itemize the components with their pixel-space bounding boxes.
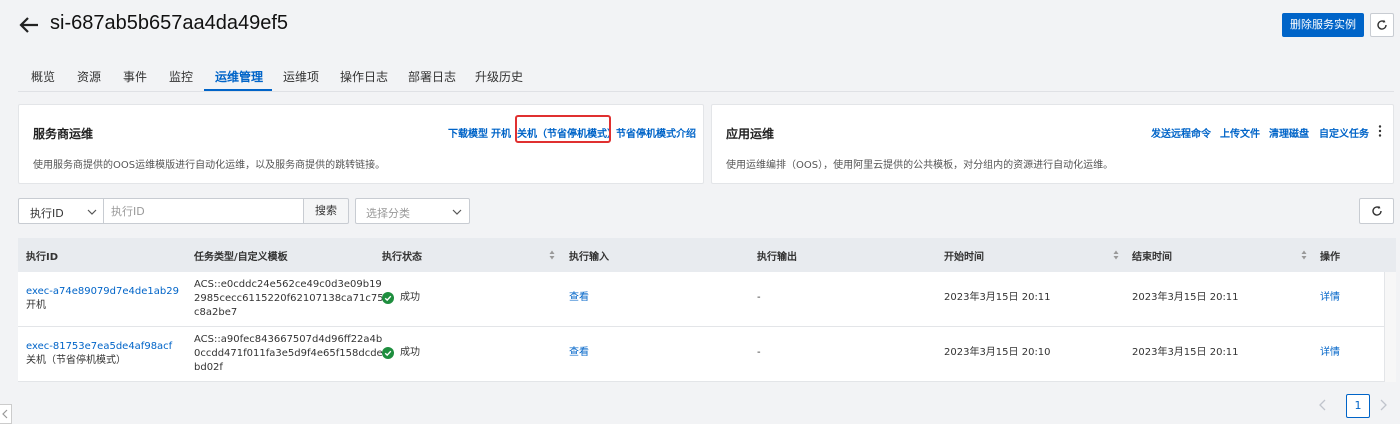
end-time: 2023年3月15日 20:11 — [1132, 347, 1239, 358]
send-remote-command-link[interactable]: 发送远程命令 — [1151, 125, 1211, 140]
chevron-down-icon — [87, 209, 97, 215]
filter-field-select[interactable]: 执行ID — [18, 198, 104, 224]
page-header: si-687ab5b657aa4da49ef5 删除服务实例 — [0, 0, 1400, 52]
template-name-line: 0ccdd471f011fa3e5d9f4e65f158dcde — [194, 348, 383, 359]
search-button[interactable]: 搜索 — [303, 198, 349, 224]
success-check-icon — [382, 292, 394, 304]
execution-id-link[interactable]: exec-81753e7ea5de4af98acf — [26, 340, 172, 354]
execution-id-search-input[interactable] — [103, 198, 304, 224]
template-name-line: bd02f — [194, 362, 223, 373]
power-on-link[interactable]: 开机 — [491, 125, 511, 140]
task-name: 关机（节省停机模式） — [26, 355, 126, 366]
column-header-input: 执行输入 — [569, 252, 609, 263]
app-ops-description: 使用运维编排（OOS），使用阿里云提供的公共模板，对分组内的资源进行自动化运维。 — [726, 160, 1114, 171]
active-tab-indicator — [204, 89, 272, 91]
executions-table: 执行ID 任务类型/自定义模板 执行状态 执行输入 执行输出 开始时间 结束时间… — [18, 238, 1396, 382]
column-header-task-type: 任务类型/自定义模板 — [194, 252, 288, 263]
task-name: 开机 — [26, 300, 46, 311]
table-vertical-scrollbar[interactable] — [1384, 272, 1396, 382]
tab-operation-log[interactable]: 操作日志 — [340, 68, 388, 85]
start-time: 2023年3月15日 20:10 — [944, 347, 1051, 358]
header-refresh-button[interactable] — [1370, 13, 1394, 37]
provider-ops-card: 服务商运维 使用服务商提供的OOS运维模版进行自动化运维，以及服务商提供的跳转链… — [18, 104, 704, 184]
table-header: 执行ID 任务类型/自定义模板 执行状态 执行输入 执行输出 开始时间 结束时间… — [18, 238, 1396, 272]
highlight-annotation-box — [515, 115, 611, 143]
sort-icon[interactable] — [1113, 250, 1119, 260]
details-link[interactable]: 详情 — [1320, 346, 1340, 360]
chevron-right-icon[interactable] — [1376, 397, 1390, 413]
template-name-line: ACS::e0cddc24e562ce49c0d3e09b19 — [194, 279, 382, 290]
table-row: exec-81753e7ea5de4af98acf 关机（节省停机模式） ACS… — [18, 327, 1384, 382]
end-time: 2023年3月15日 20:11 — [1132, 292, 1239, 303]
refresh-icon — [1371, 205, 1382, 216]
template-name-line: c8a2be7 — [194, 307, 238, 318]
column-header-status: 执行状态 — [382, 252, 422, 263]
table-refresh-button[interactable] — [1359, 198, 1394, 224]
back-arrow-icon[interactable] — [18, 14, 40, 36]
output-value: - — [757, 347, 761, 358]
refresh-icon — [1377, 19, 1387, 30]
status-text: 成功 — [400, 292, 420, 303]
tab-resources[interactable]: 资源 — [77, 68, 101, 85]
provider-ops-title: 服务商运维 — [33, 127, 94, 141]
side-panel-toggle[interactable] — [0, 404, 12, 424]
tab-upgrade-history[interactable]: 升级历史 — [475, 68, 523, 85]
app-ops-title: 应用运维 — [726, 127, 775, 141]
view-input-link[interactable]: 查看 — [569, 291, 589, 305]
provider-ops-description: 使用服务商提供的OOS运维模版进行自动化运维，以及服务商提供的跳转链接。 — [33, 160, 386, 171]
sort-icon[interactable] — [1301, 250, 1307, 260]
tab-monitoring[interactable]: 监控 — [169, 68, 193, 85]
status-text: 成功 — [400, 347, 420, 358]
execution-id-link[interactable]: exec-a74e89079d7e4de1ab29 — [26, 285, 179, 299]
column-header-execution-id: 执行ID — [26, 252, 59, 263]
app-ops-card: 应用运维 使用运维编排（OOS），使用阿里云提供的公共模板，对分组内的资源进行自… — [711, 104, 1394, 184]
delete-service-instance-button[interactable]: 删除服务实例 — [1282, 13, 1364, 37]
saving-mode-intro-link[interactable]: 节省停机模式介绍 — [616, 125, 696, 140]
category-placeholder: 选择分类 — [366, 207, 410, 220]
details-link[interactable]: 详情 — [1320, 291, 1340, 305]
chevron-left-icon — [2, 409, 8, 419]
template-name-line: 2985cecc6115220f62107138ca71c75 — [194, 293, 384, 304]
tab-operations-management[interactable]: 运维管理 — [215, 68, 263, 85]
category-select[interactable]: 选择分类 — [355, 198, 470, 224]
page-title: si-687ab5b657aa4da49ef5 — [50, 12, 288, 34]
tab-deploy-log[interactable]: 部署日志 — [408, 68, 456, 85]
column-header-end-time: 结束时间 — [1132, 252, 1172, 263]
output-value: - — [757, 292, 761, 303]
success-check-icon — [382, 347, 394, 359]
custom-task-link[interactable]: 自定义任务 — [1319, 125, 1369, 140]
sort-icon[interactable] — [549, 250, 555, 260]
tab-operation-items[interactable]: 运维项 — [283, 68, 319, 85]
view-input-link[interactable]: 查看 — [569, 346, 589, 360]
start-time: 2023年3月15日 20:11 — [944, 292, 1051, 303]
column-header-start-time: 开始时间 — [944, 252, 984, 263]
table-row: exec-a74e89079d7e4de1ab29 开机 ACS::e0cddc… — [18, 272, 1384, 327]
column-header-actions: 操作 — [1320, 252, 1340, 263]
tab-overview[interactable]: 概览 — [31, 68, 55, 85]
filter-field-value: 执行ID — [30, 207, 64, 220]
pagination-page-button[interactable]: 1 — [1346, 394, 1370, 418]
tab-events[interactable]: 事件 — [123, 68, 147, 85]
tab-bar: 概览 资源 事件 监控 运维管理 运维项 操作日志 部署日志 升级历史 — [18, 62, 1394, 92]
clean-disk-link[interactable]: 清理磁盘 — [1269, 125, 1309, 140]
chevron-left-icon[interactable] — [1316, 397, 1330, 413]
template-name-line: ACS::a90fec843667507d4d96ff22a4b — [194, 334, 383, 345]
more-vertical-icon[interactable] — [1376, 124, 1384, 138]
chevron-down-icon — [452, 209, 462, 215]
column-header-output: 执行输出 — [757, 252, 797, 263]
upload-file-link[interactable]: 上传文件 — [1220, 125, 1260, 140]
download-model-link[interactable]: 下载模型 — [448, 125, 488, 140]
